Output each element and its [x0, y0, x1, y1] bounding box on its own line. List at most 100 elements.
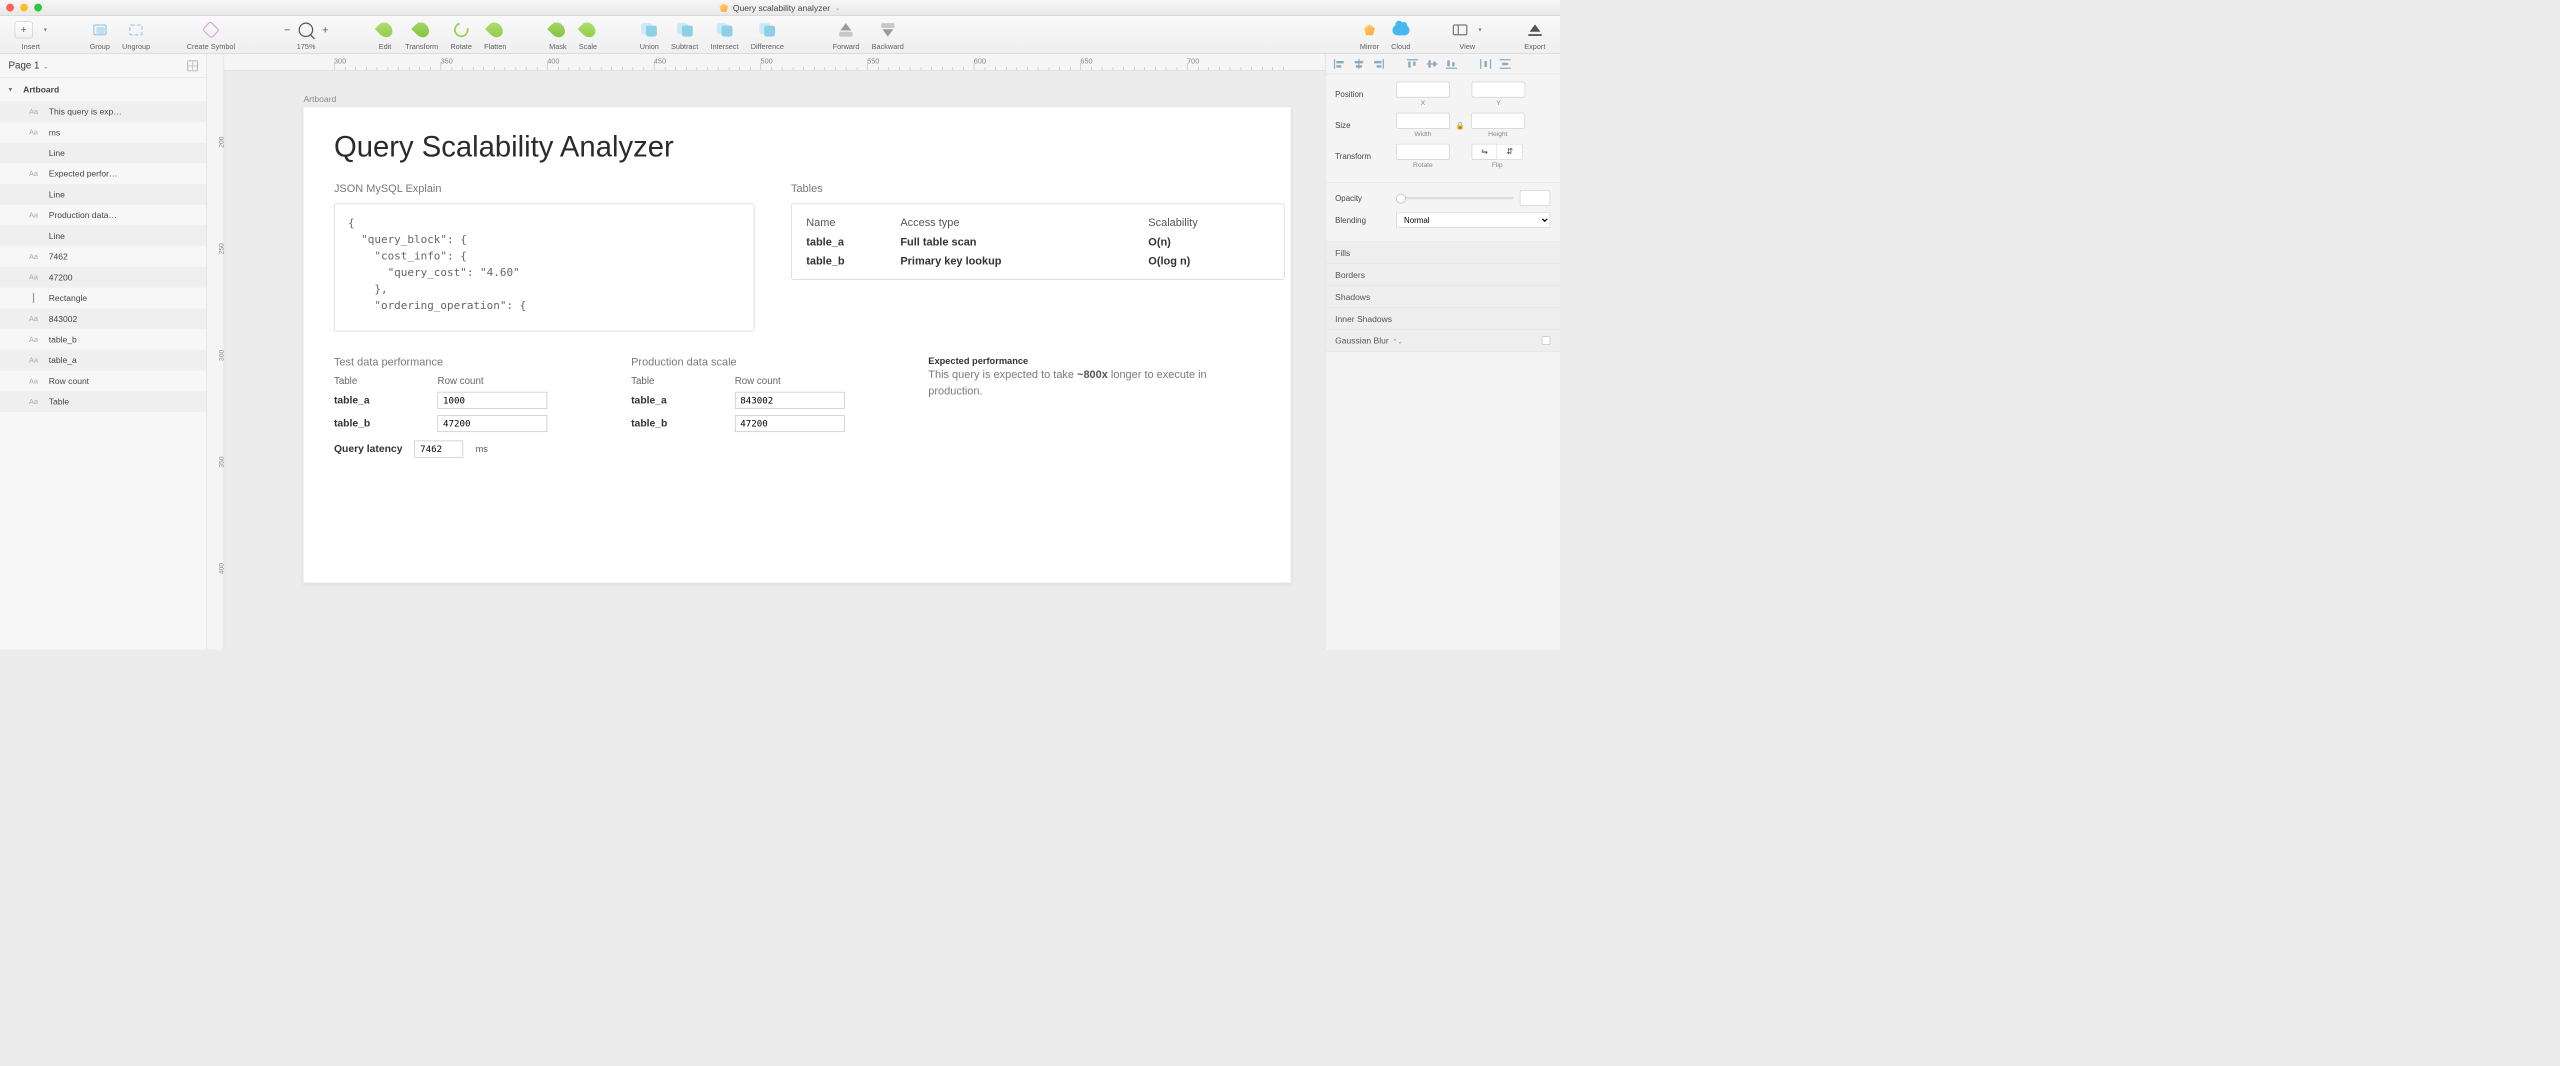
intersect-icon [717, 23, 733, 36]
layer-row[interactable]: AaThis query is exp… [0, 101, 207, 122]
rowcount-input[interactable] [735, 415, 845, 432]
zoom-control[interactable]: − + 175% [278, 18, 335, 50]
size-label: Size [1335, 121, 1396, 130]
width-field[interactable] [1396, 113, 1450, 129]
align-right-icon[interactable] [1373, 59, 1384, 69]
grid-icon[interactable] [187, 60, 198, 71]
window-title[interactable]: Query scalability analyzer ⌄ [719, 3, 840, 13]
zoom-out-icon[interactable]: − [284, 23, 290, 36]
edit-button[interactable]: Edit [371, 18, 399, 50]
rowcount-input[interactable] [438, 392, 548, 409]
layer-row[interactable]: AaRow count [0, 371, 207, 392]
leaf-icon [485, 20, 506, 41]
gaussian-blur-header[interactable]: Gaussian Blur⌃⌄ [1325, 330, 1560, 352]
text-layer-icon: Aa [27, 314, 40, 323]
artboard[interactable]: Query Scalability Analyzer JSON MySQL Ex… [303, 107, 1290, 582]
view-button[interactable]: ▾View [1447, 18, 1488, 50]
rowcount-input[interactable] [438, 415, 548, 432]
twirl-icon[interactable]: ▼ [7, 86, 14, 93]
zoom-in-icon[interactable]: + [322, 23, 328, 36]
height-field[interactable] [1471, 113, 1525, 129]
rotate-field[interactable] [1396, 144, 1450, 160]
layer-row[interactable]: Aatable_a [0, 350, 207, 371]
ruler-mark: 400 [547, 57, 559, 66]
close-icon[interactable] [6, 4, 14, 12]
scale-button[interactable]: Scale [573, 18, 603, 50]
layer-row[interactable]: Line [0, 184, 207, 205]
layer-row[interactable]: Line [0, 143, 207, 164]
layer-label: Line [49, 231, 65, 241]
text-layer-icon: Aa [27, 356, 40, 365]
flip-h-button[interactable]: ⇋ [1472, 144, 1498, 160]
insert-group[interactable]: +▾ Insert [9, 18, 54, 50]
canvas[interactable]: Artboard Query Scalability Analyzer JSON… [224, 71, 1325, 650]
layer-list: ▼ArtboardAaThis query is exp…AamsLineAaE… [0, 78, 207, 650]
tables-box: Name Access type Scalability table_a Ful… [791, 204, 1285, 280]
distribute-v-icon[interactable] [1500, 59, 1511, 69]
layer-row[interactable]: Aams [0, 122, 207, 143]
align-vcenter-icon[interactable] [1427, 59, 1438, 69]
layer-row[interactable]: Aa47200 [0, 267, 207, 288]
align-bottom-icon[interactable] [1446, 59, 1457, 69]
layer-row[interactable]: Aa7462 [0, 246, 207, 267]
zoom-icon[interactable] [34, 4, 42, 12]
y-field[interactable] [1472, 82, 1526, 98]
align-hcenter-icon[interactable] [1353, 59, 1364, 69]
expected-label: Expected performance [928, 356, 1260, 366]
test-perf-label: Test data performance [334, 356, 601, 369]
layer-label: Line [49, 148, 65, 158]
query-latency-label: Query latency [334, 443, 403, 455]
layer-row[interactable]: Aatable_b [0, 329, 207, 350]
layer-label: Rectangle [49, 293, 87, 303]
forward-button[interactable]: Forward [827, 18, 866, 50]
difference-button[interactable]: Difference [745, 18, 790, 50]
plus-icon[interactable]: + [15, 21, 33, 38]
layer-row[interactable]: Line [0, 225, 207, 246]
minimize-icon[interactable] [20, 4, 28, 12]
blending-select[interactable]: Normal [1396, 212, 1550, 228]
page-selector[interactable]: Page 1⌄ [0, 54, 207, 78]
layer-row[interactable]: AaExpected perfor… [0, 163, 207, 184]
layer-row[interactable]: Rectangle [0, 288, 207, 309]
query-latency-input[interactable] [415, 441, 464, 458]
symbol-icon [202, 22, 220, 38]
artboard-label[interactable]: Artboard [303, 94, 336, 104]
canvas-area: 200250300350400 300350400450500550600650… [207, 54, 1325, 650]
distribute-h-icon[interactable] [1480, 59, 1491, 69]
backward-button[interactable]: Backward [866, 18, 910, 50]
opacity-slider[interactable] [1396, 197, 1514, 199]
layer-row[interactable]: AaProduction data… [0, 205, 207, 226]
lock-icon[interactable]: 🔒 [1456, 121, 1465, 130]
layer-row[interactable]: ▼Artboard [0, 78, 207, 101]
flip-v-button[interactable]: ⇵ [1497, 144, 1523, 160]
opacity-field[interactable] [1520, 190, 1550, 206]
cloud-button[interactable]: Cloud [1385, 18, 1416, 50]
transform-button[interactable]: Transform [399, 18, 444, 50]
zoom-value: 175% [297, 42, 316, 51]
layer-label: Table [49, 397, 69, 407]
create-symbol-button[interactable]: Create Symbol [181, 18, 242, 50]
layer-row[interactable]: AaTable [0, 391, 207, 412]
layer-row[interactable]: Aa843002 [0, 308, 207, 329]
mirror-button[interactable]: Mirror [1354, 18, 1385, 50]
align-top-icon[interactable] [1407, 59, 1418, 69]
union-button[interactable]: Union [634, 18, 665, 50]
group-button[interactable]: Group [84, 18, 117, 50]
rowcount-input[interactable] [735, 392, 845, 409]
x-field[interactable] [1396, 82, 1450, 98]
flatten-button[interactable]: Flatten [478, 18, 513, 50]
ungroup-button[interactable]: Ungroup [116, 18, 156, 50]
intersect-button[interactable]: Intersect [704, 18, 744, 50]
gaussian-blur-checkbox[interactable] [1542, 336, 1551, 345]
shadows-header[interactable]: Shadows [1325, 286, 1560, 308]
inner-shadows-header[interactable]: Inner Shadows [1325, 308, 1560, 330]
borders-header[interactable]: Borders [1325, 264, 1560, 286]
rotate-button[interactable]: Rotate [444, 18, 478, 50]
mask-button[interactable]: Mask [543, 18, 573, 50]
json-explain-label: JSON MySQL Explain [334, 182, 754, 195]
fills-header[interactable]: Fills [1325, 242, 1560, 264]
subtract-button[interactable]: Subtract [665, 18, 704, 50]
align-left-icon[interactable] [1334, 59, 1345, 69]
main-area: Page 1⌄ ▼ArtboardAaThis query is exp…Aam… [0, 54, 1560, 650]
export-button[interactable]: Export [1518, 18, 1551, 50]
